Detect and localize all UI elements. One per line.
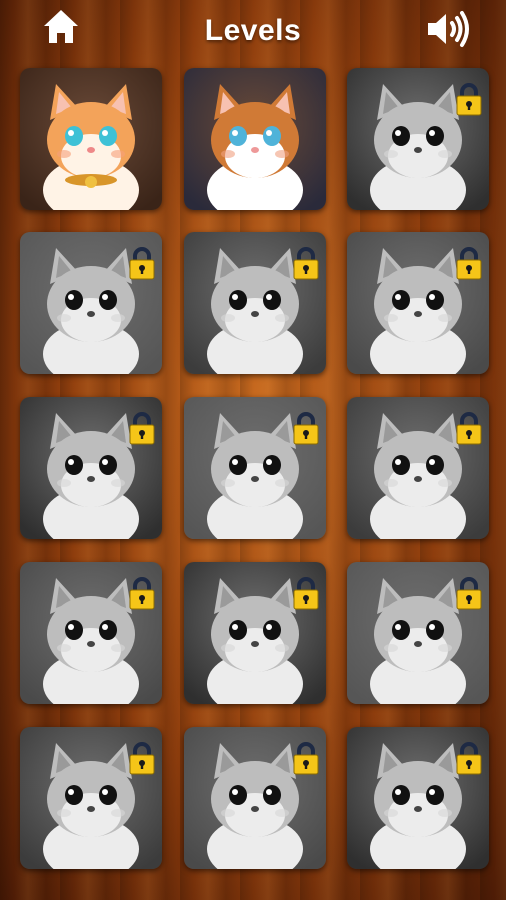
lock-icon — [129, 412, 155, 445]
level-tile[interactable] — [184, 727, 326, 869]
level-tile[interactable] — [347, 727, 489, 869]
level-tile[interactable] — [347, 68, 489, 210]
level-tile[interactable] — [347, 397, 489, 539]
lock-icon — [456, 412, 482, 445]
lock-icon — [456, 83, 482, 116]
level-thumbnail — [20, 68, 162, 210]
level-tile[interactable] — [20, 232, 162, 374]
level-tile[interactable] — [20, 562, 162, 704]
lock-icon — [456, 247, 482, 280]
level-grid — [20, 68, 490, 874]
lock-icon — [293, 412, 319, 445]
level-tile[interactable] — [184, 397, 326, 539]
level-thumbnail — [184, 68, 326, 210]
level-tile[interactable] — [184, 232, 326, 374]
lock-icon — [129, 742, 155, 775]
top-bar: Levels — [0, 0, 506, 66]
level-tile[interactable] — [20, 68, 162, 210]
lock-icon — [293, 577, 319, 610]
lock-icon — [293, 247, 319, 280]
lock-icon — [293, 742, 319, 775]
lock-icon — [456, 577, 482, 610]
level-tile[interactable] — [347, 562, 489, 704]
level-tile[interactable] — [184, 68, 326, 210]
lock-icon — [129, 247, 155, 280]
level-tile[interactable] — [184, 562, 326, 704]
level-tile[interactable] — [20, 397, 162, 539]
level-tile[interactable] — [20, 727, 162, 869]
speaker-volume-icon[interactable] — [424, 8, 472, 50]
lock-icon — [129, 577, 155, 610]
lock-icon — [456, 742, 482, 775]
level-tile[interactable] — [347, 232, 489, 374]
